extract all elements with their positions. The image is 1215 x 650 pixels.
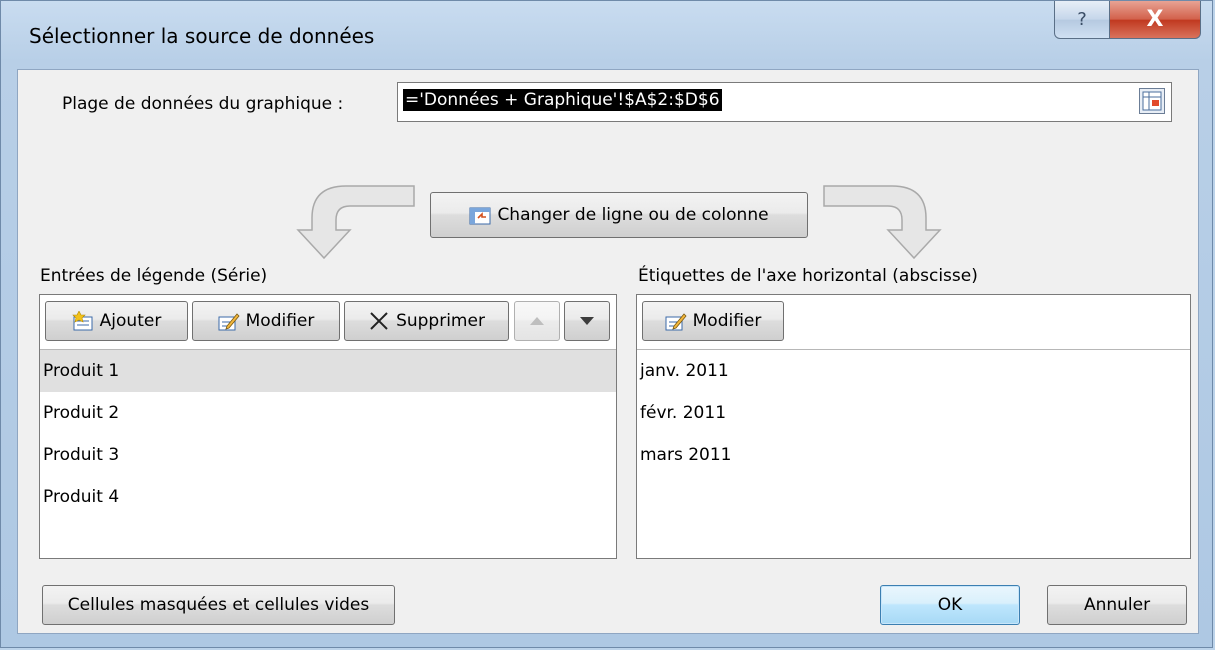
delete-series-button[interactable]: Supprimer: [344, 301, 509, 341]
axis-label-item[interactable]: févr. 2011: [637, 392, 1190, 434]
cancel-label: Annuler: [1083, 595, 1151, 615]
add-series-button[interactable]: Ajouter: [45, 301, 188, 341]
close-icon: X: [1146, 7, 1164, 32]
edit-series-button[interactable]: Modifier: [192, 301, 340, 341]
legend-series-panel: Ajouter Modifier Supprimer Produit 1 Pro…: [39, 294, 617, 559]
axis-label-item[interactable]: janv. 2011: [637, 350, 1190, 392]
hidden-empty-cells-button[interactable]: Cellules masquées et cellules vides: [42, 585, 395, 625]
edit-axis-labels-button[interactable]: Modifier: [642, 301, 784, 341]
dialog-title: Sélectionner la source de données: [29, 24, 375, 48]
dialog-body: Plage de données du graphique : ='Donnée…: [17, 69, 1199, 634]
hidden-empty-cells-label: Cellules masquées et cellules vides: [67, 595, 370, 615]
axis-labels-list: janv. 2011 févr. 2011 mars 2011: [637, 350, 1190, 476]
switch-row-column-icon: [469, 205, 491, 225]
dialog-window: Sélectionner la source de données ? X Pl…: [0, 0, 1213, 648]
cancel-button[interactable]: Annuler: [1047, 585, 1187, 625]
axis-panel-title: Étiquettes de l'axe horizontal (abscisse…: [638, 266, 978, 286]
chart-range-input[interactable]: ='Données + Graphique'!$A$2:$D$6: [397, 82, 1172, 122]
edit-series-label: Modifier: [245, 311, 315, 331]
move-down-button[interactable]: [564, 301, 610, 341]
delete-series-label: Supprimer: [396, 311, 485, 331]
series-list-item[interactable]: Produit 2: [40, 392, 616, 434]
series-list-item[interactable]: Produit 3: [40, 434, 616, 476]
axis-label-item[interactable]: mars 2011: [637, 434, 1190, 476]
switch-row-column-label: Changer de ligne ou de colonne: [497, 205, 769, 225]
right-curved-arrow-icon: [823, 185, 942, 260]
axis-toolbar: Modifier: [637, 295, 1190, 350]
ok-label: OK: [937, 595, 963, 615]
help-icon: ?: [1077, 9, 1087, 30]
triangle-up-icon: [529, 311, 545, 331]
legend-toolbar: Ajouter Modifier Supprimer: [40, 295, 616, 350]
edit-icon: [218, 311, 240, 331]
close-button[interactable]: X: [1109, 1, 1201, 39]
move-up-button[interactable]: [514, 301, 560, 341]
left-curved-arrow-icon: [296, 185, 415, 260]
add-icon: [71, 310, 94, 331]
axis-labels-panel: Modifier janv. 2011 févr. 2011 mars 2011: [636, 294, 1191, 559]
title-bar[interactable]: Sélectionner la source de données ? X: [1, 1, 1212, 69]
edit-axis-labels-label: Modifier: [692, 311, 762, 331]
ok-button[interactable]: OK: [880, 585, 1020, 625]
add-series-label: Ajouter: [99, 311, 162, 331]
range-picker-icon[interactable]: [1139, 88, 1165, 114]
series-list-item[interactable]: Produit 4: [40, 476, 616, 518]
switch-row-column-button[interactable]: Changer de ligne ou de colonne: [430, 192, 808, 238]
legend-panel-title: Entrées de légende (Série): [40, 266, 268, 286]
edit-icon: [665, 311, 687, 331]
help-button[interactable]: ?: [1054, 1, 1110, 39]
range-label: Plage de données du graphique :: [62, 94, 344, 114]
legend-series-list: Produit 1 Produit 2 Produit 3 Produit 4: [40, 350, 616, 518]
chart-range-value[interactable]: ='Données + Graphique'!$A$2:$D$6: [403, 89, 722, 111]
series-list-item[interactable]: Produit 1: [40, 350, 616, 392]
delete-icon: [368, 311, 390, 331]
triangle-down-icon: [579, 311, 595, 331]
